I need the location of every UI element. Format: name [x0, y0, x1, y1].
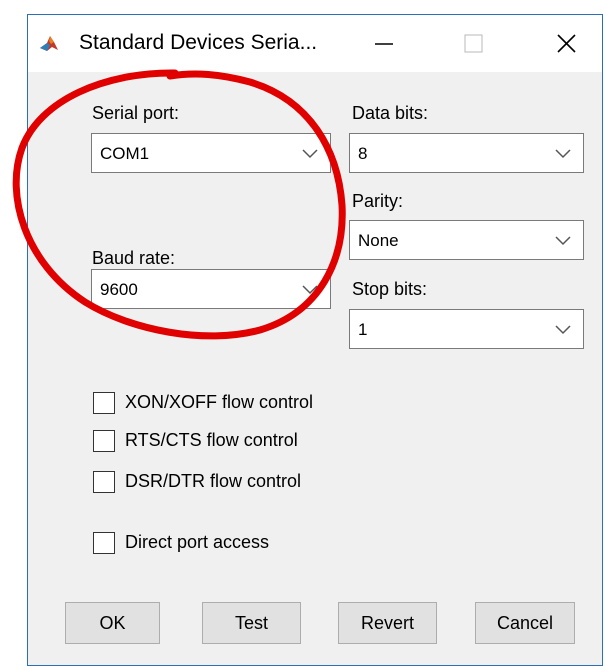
maximize-icon: [464, 34, 483, 53]
revert-button[interactable]: Revert: [338, 602, 437, 644]
close-button[interactable]: [538, 15, 598, 72]
data-bits-value: 8: [358, 144, 368, 163]
window-title: Standard Devices Seria...: [79, 31, 318, 54]
matlab-icon: [38, 33, 60, 55]
cancel-button[interactable]: Cancel: [475, 602, 575, 644]
xon-xoff-label: XON/XOFF flow control: [125, 392, 314, 412]
parity-label: Parity:: [352, 191, 404, 211]
baud-rate-select[interactable]: 9600: [91, 269, 331, 309]
rts-cts-checkbox[interactable]: [93, 430, 115, 452]
parity-select[interactable]: None: [349, 220, 584, 260]
baud-rate-label: Baud rate:: [92, 248, 176, 268]
data-bits-select[interactable]: 8: [349, 133, 584, 173]
parity-value: None: [358, 231, 399, 250]
ok-button[interactable]: OK: [65, 602, 160, 644]
title-bar: Standard Devices Seria...: [28, 15, 602, 72]
serial-port-label: Serial port:: [92, 103, 180, 123]
rts-cts-label: RTS/CTS flow control: [125, 430, 298, 450]
stop-bits-value: 1: [358, 320, 368, 339]
stop-bits-select[interactable]: 1: [349, 309, 584, 349]
baud-rate-value: 9600: [100, 280, 138, 299]
minimize-icon: [375, 43, 393, 45]
chevron-down-icon: [555, 325, 571, 335]
dsr-dtr-checkbox[interactable]: [93, 471, 115, 493]
test-button[interactable]: Test: [202, 602, 301, 644]
chevron-down-icon: [302, 149, 318, 159]
data-bits-label: Data bits:: [352, 103, 429, 123]
maximize-button[interactable]: [444, 15, 504, 72]
serial-port-select[interactable]: COM1: [91, 133, 331, 173]
dsr-dtr-label: DSR/DTR flow control: [125, 471, 302, 491]
chevron-down-icon: [555, 236, 571, 246]
serial-settings-dialog: Standard Devices Seria... Serial port: C…: [27, 14, 603, 666]
direct-port-checkbox[interactable]: [93, 532, 115, 554]
close-icon: [557, 34, 576, 53]
direct-port-label: Direct port access: [125, 532, 270, 552]
chevron-down-icon: [302, 285, 318, 295]
stop-bits-label: Stop bits:: [352, 279, 428, 299]
chevron-down-icon: [555, 149, 571, 159]
xon-xoff-checkbox[interactable]: [93, 392, 115, 414]
minimize-button[interactable]: [353, 15, 413, 72]
serial-port-value: COM1: [100, 144, 150, 163]
